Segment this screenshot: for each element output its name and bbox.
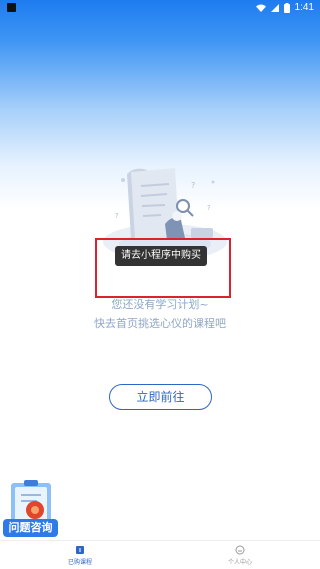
tab-personal-center[interactable]: 个人中心 <box>160 541 320 569</box>
svg-text:?: ? <box>191 181 195 190</box>
empty-state-title: 您还没有学习计划~ <box>111 298 209 311</box>
svg-text:?: ? <box>115 212 119 220</box>
battery-icon <box>283 2 290 13</box>
clipboard-icon <box>11 480 51 523</box>
help-consult-label: 问题咨询 <box>3 519 58 537</box>
status-indicators: 1:41 <box>255 2 314 13</box>
empty-state-subtitle: 快去首页挑选心仪的课程吧 <box>94 317 226 330</box>
toast-message: 请去小程序中购买 <box>115 246 207 266</box>
book-icon <box>76 546 84 554</box>
tab-purchased-courses[interactable]: 已购课程 <box>0 541 160 569</box>
app-notification-icon <box>7 3 16 12</box>
status-time: 1:41 <box>294 2 314 13</box>
bottom-tab-bar: 已购课程 个人中心 <box>0 540 320 569</box>
tab-personal-center-label: 个人中心 <box>227 559 252 566</box>
tab-purchased-courses-label: 已购课程 <box>67 559 92 566</box>
go-now-button[interactable]: 立即前往 <box>109 384 212 410</box>
signal-icon <box>270 3 279 12</box>
wifi-icon <box>255 4 266 12</box>
svg-text:?: ? <box>207 204 211 212</box>
status-bar: 1:41 <box>0 0 320 16</box>
help-consult-button[interactable]: 问题咨询 <box>3 477 58 539</box>
user-icon <box>235 545 245 555</box>
